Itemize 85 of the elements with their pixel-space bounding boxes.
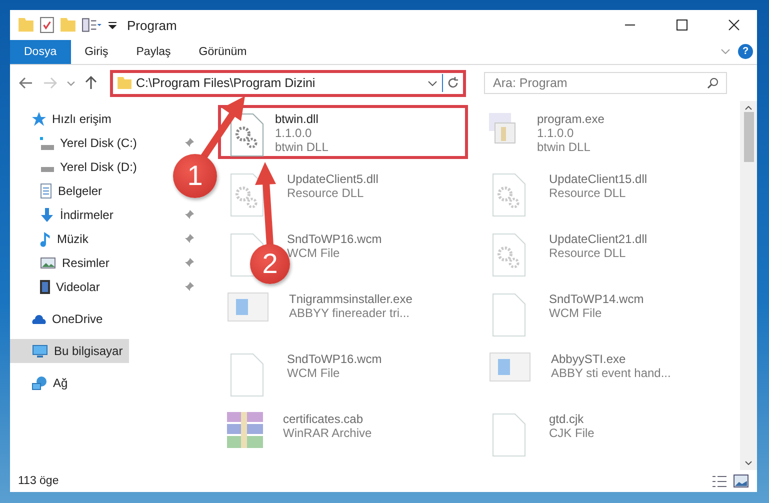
maximize-icon: [676, 19, 688, 31]
sidebar-item[interactable]: Ağ: [10, 371, 74, 395]
application-icon: [227, 292, 269, 322]
drive-icon: [40, 136, 54, 150]
file-name[interactable]: UpdateClient15.dll: [549, 172, 648, 186]
file-detail: WCM File: [549, 306, 603, 320]
sidebar-item[interactable]: OneDrive: [10, 307, 109, 331]
ribbon-tab[interactable]: Giriş: [70, 40, 122, 64]
sidebar-item[interactable]: Bu bilgisayar: [10, 339, 129, 363]
sidebar-item[interactable]: Yerel Disk (D:): [10, 155, 143, 179]
chevron-down-icon: [67, 80, 75, 86]
file-name[interactable]: program.exe: [537, 112, 604, 126]
cloud-icon: [32, 314, 46, 324]
sidebar-item[interactable]: Resimler: [10, 251, 116, 275]
archive-icon: [227, 412, 263, 448]
scroll-up-icon: [745, 106, 752, 110]
large-icons-view-icon: [733, 474, 749, 488]
application-icon: [489, 352, 531, 382]
computer-icon: [32, 344, 48, 358]
folder-icon: [60, 18, 76, 32]
file-name[interactable]: btwin.dll: [275, 112, 328, 126]
minimize-icon: [624, 24, 636, 26]
up-arrow-icon: [85, 76, 97, 90]
chevron-down-icon: [428, 80, 437, 86]
properties-icon: [82, 18, 102, 32]
installer-icon: [489, 112, 517, 144]
file-name[interactable]: SndToWP16.wcm: [287, 232, 382, 246]
file-detail: 1.1.0.0: [537, 126, 575, 140]
star-icon: [32, 112, 46, 126]
music-icon: [40, 231, 51, 247]
file-detail: ABBYY finereader tri...: [289, 306, 411, 320]
back-arrow-icon: [19, 77, 33, 89]
network-icon: [32, 376, 47, 390]
sidebar-item[interactable]: Müzik: [10, 227, 94, 251]
document-icon: [40, 183, 52, 199]
file-name[interactable]: AbbyySTI.exe: [551, 352, 671, 366]
file-name[interactable]: gtd.cjk: [549, 412, 594, 426]
film-icon: [40, 280, 50, 294]
ribbon-tab[interactable]: Paylaş: [122, 40, 185, 64]
search-icon: [707, 77, 719, 89]
sidebar-item[interactable]: İndirmeler: [10, 203, 120, 227]
details-view-icon: [712, 476, 727, 486]
file-detail: btwin DLL: [275, 140, 328, 154]
file-detail: Resource DLL: [287, 186, 365, 200]
file-detail: CJK File: [549, 426, 594, 440]
ribbon-tab[interactable]: Dosya: [10, 40, 71, 64]
download-icon: [40, 208, 54, 222]
scrollbar[interactable]: [740, 101, 757, 470]
dropdown-icon: [108, 22, 117, 28]
chevron-down-icon: [721, 49, 730, 54]
window-title: Program: [127, 18, 177, 32]
folder-icon: [18, 18, 34, 32]
file-detail: WinRAR Archive: [283, 426, 372, 440]
file-detail: ABBY sti event hand...: [551, 366, 671, 380]
forward-arrow-icon: [43, 77, 57, 89]
folder-icon: [117, 76, 132, 90]
ribbon-tab[interactable]: Görünüm: [184, 40, 261, 64]
file-detail: Resource DLL: [549, 186, 627, 200]
checklist-icon: [40, 17, 54, 33]
sidebar-item[interactable]: Hızlı erişim: [10, 107, 118, 131]
sidebar-item[interactable]: Yerel Disk (C:): [10, 131, 143, 155]
file-detail: btwin DLL: [537, 140, 592, 154]
file-detail: WCM File: [287, 366, 341, 380]
item-count: 113 öge: [18, 475, 60, 487]
search-field[interactable]: Ara: Program: [484, 72, 727, 94]
file-name[interactable]: Tnigrammsinstaller.exe: [289, 292, 412, 306]
file-name[interactable]: SndToWP16.wcm: [287, 352, 382, 366]
file-detail: 1.1.0.0: [275, 126, 313, 140]
help-button[interactable]: ?: [738, 44, 753, 59]
close-icon: [728, 19, 740, 31]
drive-icon: [40, 166, 54, 172]
image-icon: [40, 257, 56, 269]
sidebar-item[interactable]: Videolar: [10, 275, 106, 299]
file-detail: Resource DLL: [549, 246, 627, 260]
highlighted-file-item[interactable]: btwin.dll 1.1.0.0 btwin DLL: [218, 105, 468, 159]
refresh-icon: [447, 77, 459, 89]
arrow: [200, 96, 245, 160]
file-name[interactable]: UpdateClient5.dll: [287, 172, 378, 186]
address-bar[interactable]: C:\Program Files\Program Dizini: [110, 70, 466, 96]
file-name[interactable]: certificates.cab: [283, 412, 372, 426]
sidebar-item[interactable]: Belgeler: [10, 179, 108, 203]
file-name[interactable]: UpdateClient21.dll: [549, 232, 648, 246]
file-name[interactable]: SndToWP14.wcm: [549, 292, 644, 306]
scrollbar-thumb[interactable]: [744, 112, 754, 162]
scroll-down-icon: [745, 461, 752, 465]
